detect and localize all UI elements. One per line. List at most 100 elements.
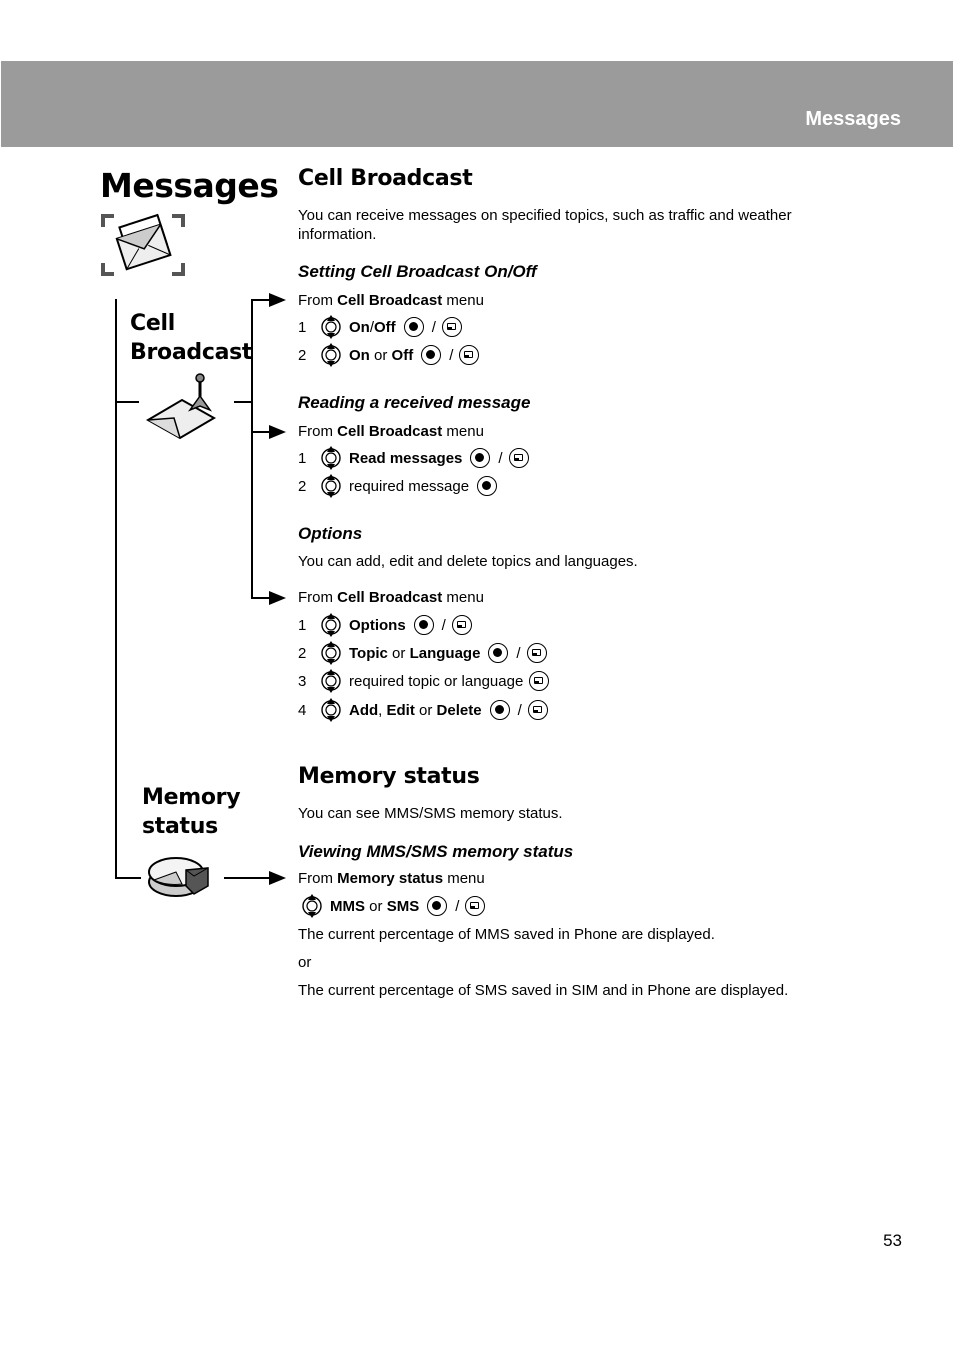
menu-name: Cell Broadcast <box>337 291 443 309</box>
from-text: From <box>298 869 338 887</box>
arrow-icon <box>269 293 286 307</box>
bracket-line <box>251 299 271 301</box>
separator: or <box>414 701 437 719</box>
bracket-line <box>251 597 271 599</box>
menu-name: Cell Broadcast <box>337 422 443 440</box>
separator: , <box>378 701 387 719</box>
separator: / <box>455 897 460 915</box>
step-option: On <box>349 346 370 364</box>
navigation-key-icon <box>320 641 342 665</box>
side-label-line: status <box>142 814 218 839</box>
result-text: The current percentage of SMS saved in S… <box>298 982 789 999</box>
step-option: Read messages <box>349 449 463 467</box>
step-row: 1 Read messages / <box>298 446 529 470</box>
ok-key-icon <box>403 317 424 337</box>
arrow-icon <box>269 591 286 605</box>
navigation-key-icon <box>320 698 342 722</box>
step-number: 4 <box>298 701 307 719</box>
separator: or <box>387 644 410 662</box>
step-row: 1 Options / <box>298 613 472 637</box>
softkey-icon <box>459 345 480 365</box>
bracket-line <box>251 431 271 433</box>
tree-line-branch <box>115 401 139 403</box>
arrow-icon <box>269 871 286 885</box>
page-number: 53 <box>883 1231 902 1250</box>
softkey-icon <box>526 643 547 663</box>
menu-text: menu <box>442 291 484 309</box>
step-number: 1 <box>298 318 307 336</box>
separator: or <box>369 346 392 364</box>
step-row: 2 required message <box>298 474 505 498</box>
side-label-line: Broadcast <box>130 340 253 365</box>
separator: / <box>498 449 503 467</box>
softkey-icon <box>508 448 529 468</box>
step-option: Edit <box>386 701 415 719</box>
step-option: MMS <box>330 897 365 915</box>
navigation-key-icon <box>320 669 342 693</box>
ok-key-icon <box>413 615 434 635</box>
step-row: MMS or SMS / <box>301 894 486 918</box>
navigation-key-icon <box>301 894 323 918</box>
from-text: From <box>298 291 338 309</box>
step-row: 1 On / Off / <box>298 315 462 339</box>
step-option: Language <box>409 644 481 662</box>
menu-name: Cell Broadcast <box>337 588 443 606</box>
side-label-cell-broadcast: Cell Broadcast <box>130 309 252 367</box>
tree-line-vertical <box>115 299 117 877</box>
section-title-cell-broadcast: Cell Broadcast <box>298 166 473 191</box>
header-bar <box>1 61 953 147</box>
options-intro: You can add, edit and delete topics and … <box>298 553 638 570</box>
navigation-key-icon <box>320 446 342 470</box>
envelope-icon <box>101 213 185 276</box>
separator: or <box>365 897 387 915</box>
softkey-icon <box>529 671 550 691</box>
arrow-icon <box>269 425 286 439</box>
ok-key-icon <box>470 448 491 468</box>
ok-key-icon <box>488 643 509 663</box>
step-number: 3 <box>298 672 307 690</box>
softkey-icon <box>451 615 472 635</box>
step-option: required message <box>349 477 470 495</box>
separator: / <box>449 346 454 364</box>
result-text: The current percentage of MMS saved in P… <box>298 926 715 943</box>
navigation-key-icon <box>320 474 342 498</box>
from-menu-text: From Cell Broadcast menu <box>298 585 484 609</box>
memory-status-intro: You can see MMS/SMS memory status. <box>298 805 563 822</box>
from-text: From <box>298 422 338 440</box>
from-text: From <box>298 588 338 606</box>
subsection-title-setting: Setting Cell Broadcast On/Off <box>298 262 537 281</box>
tree-line-branch <box>115 877 141 879</box>
step-number: 1 <box>298 449 307 467</box>
step-option: Off <box>374 318 396 336</box>
softkey-icon <box>465 896 486 916</box>
navigation-key-icon <box>320 315 342 339</box>
ok-key-icon <box>477 476 498 496</box>
subsection-title-viewing: Viewing MMS/SMS memory status <box>298 842 574 861</box>
separator: / <box>441 616 446 634</box>
softkey-icon <box>527 700 548 720</box>
tree-line-branch <box>224 877 271 879</box>
ok-key-icon <box>427 896 448 916</box>
step-option: Off <box>391 346 414 364</box>
step-row: 2 Topic or Language / <box>298 641 547 665</box>
ok-key-icon <box>421 345 442 365</box>
menu-text: menu <box>442 588 484 606</box>
separator: / <box>516 644 521 662</box>
step-number: 2 <box>298 346 307 364</box>
pie-chart-icon <box>148 857 209 897</box>
step-number: 1 <box>298 616 307 634</box>
step-option: SMS <box>386 897 420 915</box>
step-row: 4 Add, Edit or Delete / <box>298 698 548 722</box>
step-option: Topic <box>349 644 388 662</box>
navigation-key-icon <box>320 343 342 367</box>
side-label-memory-status: Memory status <box>142 783 241 841</box>
navigation-key-icon <box>320 613 342 637</box>
step-option: Delete <box>436 701 482 719</box>
separator: / <box>431 318 436 336</box>
step-number: 2 <box>298 477 307 495</box>
side-label-line: Memory <box>142 785 241 810</box>
subsection-title-reading: Reading a received message <box>298 393 531 412</box>
page-title: Messages <box>100 166 279 205</box>
tree-line-branch <box>234 401 252 403</box>
from-menu-text: From Memory status menu <box>298 866 485 890</box>
